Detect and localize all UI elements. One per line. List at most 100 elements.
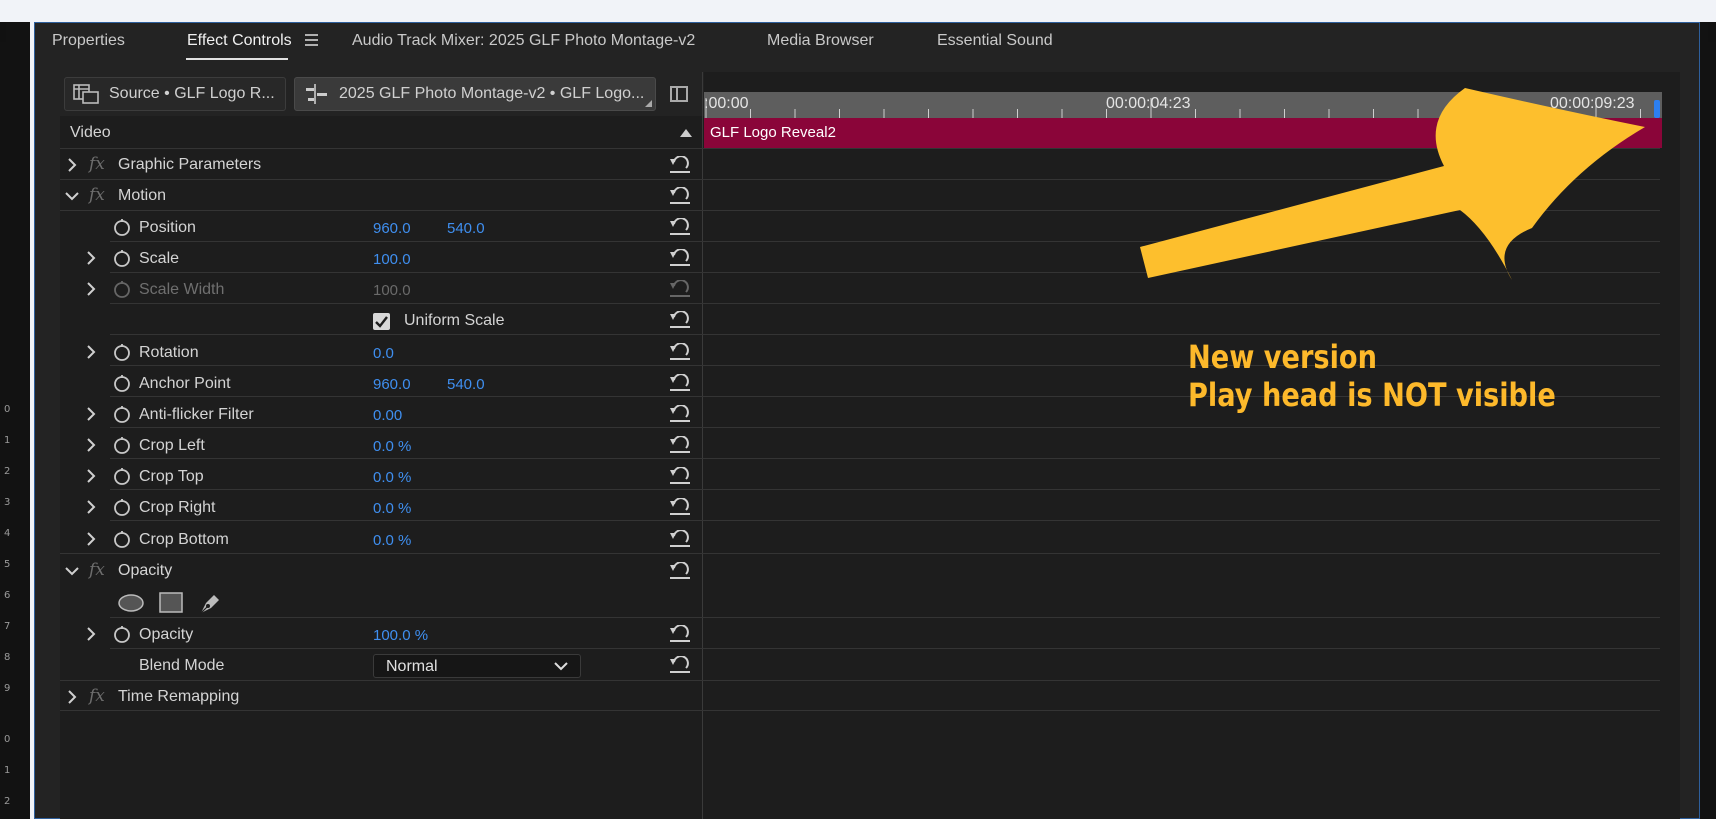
- chevron-right-icon[interactable]: [83, 344, 99, 360]
- right-panel-strip: [1700, 22, 1716, 819]
- chevron-right-icon[interactable]: [64, 157, 80, 173]
- collapse-up-icon[interactable]: [680, 128, 692, 137]
- stopwatch-icon[interactable]: [113, 498, 131, 516]
- chevron-right-icon[interactable]: [83, 531, 99, 547]
- reset-icon[interactable]: [668, 187, 692, 205]
- sequence-clip-tab-label: 2025 GLF Photo Montage-v2 • GLF Logo...: [339, 85, 645, 102]
- sequence-clip-tab[interactable]: 2025 GLF Photo Montage-v2 • GLF Logo...: [294, 77, 656, 111]
- effect-opacity: Opacity: [118, 562, 173, 579]
- strip-number: 1: [4, 435, 11, 446]
- chevron-right-icon[interactable]: [83, 626, 99, 642]
- reset-icon[interactable]: [668, 311, 692, 329]
- rotation-label: Rotation: [139, 344, 199, 361]
- chevron-right-icon[interactable]: [83, 437, 99, 453]
- reset-icon[interactable]: [668, 562, 692, 580]
- row-divider: [60, 710, 1660, 711]
- panel-divider[interactable]: [702, 72, 703, 819]
- uniform-scale-label: Uniform Scale: [404, 312, 505, 329]
- ellipse-mask-icon[interactable]: [117, 593, 145, 613]
- timecode-end: 00:00:09:23: [1550, 95, 1635, 112]
- row-divider: [110, 458, 1660, 459]
- anti-flicker-label: Anti-flicker Filter: [139, 406, 254, 423]
- chevron-right-icon[interactable]: [83, 250, 99, 266]
- crop-bottom-label: Crop Bottom: [139, 531, 229, 548]
- chevron-down-icon[interactable]: [64, 188, 80, 204]
- crop-left-value[interactable]: 0.0 %: [373, 438, 411, 455]
- strip-number: 2: [4, 796, 11, 807]
- tab-audio-track-mixer[interactable]: Audio Track Mixer: 2025 GLF Photo Montag…: [352, 32, 695, 50]
- reset-icon[interactable]: [668, 656, 692, 674]
- stopwatch-icon[interactable]: [113, 436, 131, 454]
- strip-number: 2: [4, 466, 11, 477]
- stopwatch-icon[interactable]: [113, 405, 131, 423]
- stopwatch-icon[interactable]: [113, 343, 131, 361]
- reset-icon[interactable]: [668, 249, 692, 267]
- scale-width-value: 100.0: [373, 282, 411, 299]
- reset-icon[interactable]: [668, 343, 692, 361]
- blend-mode-select[interactable]: Normal: [373, 654, 581, 678]
- checkmark-icon: [375, 316, 388, 328]
- tab-effect-controls[interactable]: Effect Controls: [187, 32, 292, 50]
- chevron-right-icon[interactable]: [83, 281, 99, 297]
- reset-icon[interactable]: [668, 498, 692, 516]
- row-divider: [110, 489, 1660, 490]
- row-divider: [110, 648, 1660, 649]
- panel-menu-icon[interactable]: [305, 34, 318, 46]
- clip-name: GLF Logo Reveal2: [710, 124, 836, 141]
- reset-icon[interactable]: [668, 436, 692, 454]
- tab-properties[interactable]: Properties: [52, 32, 125, 50]
- stopwatch-icon[interactable]: [113, 625, 131, 643]
- toggle-timeline-icon[interactable]: [670, 86, 688, 102]
- row-divider: [110, 427, 1660, 428]
- end-marker[interactable]: [1654, 100, 1660, 118]
- rotation-value[interactable]: 0.0: [373, 345, 394, 362]
- strip-number: 5: [4, 559, 11, 570]
- row-divider: [60, 179, 1660, 180]
- rectangle-mask-icon[interactable]: [159, 592, 183, 614]
- effect-motion: Motion: [118, 187, 167, 204]
- fx-icon: fx: [89, 185, 105, 205]
- stopwatch-icon[interactable]: [113, 218, 131, 236]
- stopwatch-icon[interactable]: [113, 374, 131, 392]
- scale-value[interactable]: 100.0: [373, 251, 411, 268]
- pen-mask-icon[interactable]: [198, 590, 224, 616]
- chevron-right-icon[interactable]: [83, 406, 99, 422]
- stopwatch-icon[interactable]: [113, 467, 131, 485]
- opacity-value[interactable]: 100.0 %: [373, 627, 428, 644]
- annotation-line-2: Play head is NOT visible: [1188, 376, 1556, 414]
- reset-icon[interactable]: [668, 374, 692, 392]
- strip-number: 9: [4, 683, 11, 694]
- strip-number: 0: [4, 734, 11, 745]
- sequence-icon: [306, 84, 327, 104]
- anti-flicker-value[interactable]: 0.00: [373, 407, 402, 424]
- crop-bottom-value[interactable]: 0.0 %: [373, 532, 411, 549]
- crop-top-value[interactable]: 0.0 %: [373, 469, 411, 486]
- source-clip-tab[interactable]: Source • GLF Logo R...: [64, 77, 286, 111]
- position-x-value[interactable]: 960.0: [373, 220, 411, 237]
- tab-essential-sound[interactable]: Essential Sound: [937, 32, 1053, 50]
- chevron-right-icon[interactable]: [83, 499, 99, 515]
- anchor-x-value[interactable]: 960.0: [373, 376, 411, 393]
- reset-icon[interactable]: [668, 405, 692, 423]
- timecode-start: :00:00: [704, 95, 749, 112]
- stopwatch-icon[interactable]: [113, 249, 131, 267]
- reset-icon[interactable]: [668, 467, 692, 485]
- reset-icon[interactable]: [668, 156, 692, 174]
- reset-icon[interactable]: [668, 625, 692, 643]
- uniform-scale-checkbox[interactable]: [373, 313, 390, 330]
- timeline-ruler[interactable]: :00:00 00:00:04:23 00:00:09:23: [704, 92, 1662, 118]
- reset-icon[interactable]: [668, 218, 692, 236]
- stopwatch-icon[interactable]: [113, 530, 131, 548]
- chevron-right-icon[interactable]: [64, 689, 80, 705]
- opacity-label: Opacity: [139, 626, 194, 643]
- strip-number: 8: [4, 652, 11, 663]
- crop-right-value[interactable]: 0.0 %: [373, 500, 411, 517]
- position-y-value[interactable]: 540.0: [447, 220, 485, 237]
- tab-media-browser[interactable]: Media Browser: [767, 32, 874, 50]
- reset-icon[interactable]: [668, 530, 692, 548]
- crop-left-label: Crop Left: [139, 437, 205, 454]
- anchor-y-value[interactable]: 540.0: [447, 376, 485, 393]
- chevron-right-icon[interactable]: [83, 468, 99, 484]
- chevron-down-icon[interactable]: [64, 563, 80, 579]
- timeline-clip[interactable]: GLF Logo Reveal2: [704, 118, 1662, 148]
